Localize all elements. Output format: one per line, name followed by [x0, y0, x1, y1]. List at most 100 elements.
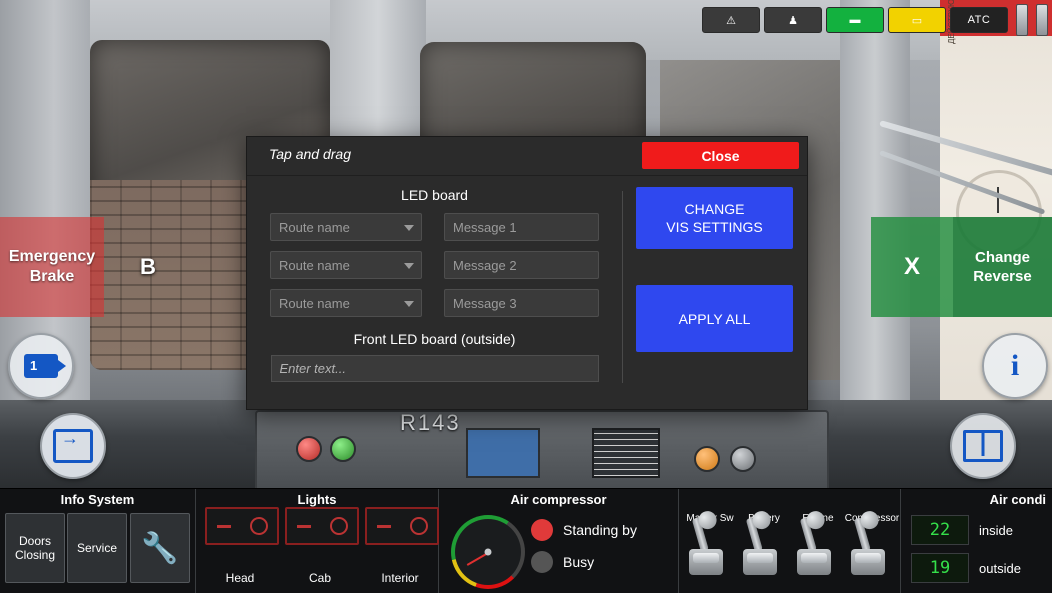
air-conditioning-title: Air condi	[989, 492, 1046, 507]
lever-stick	[691, 508, 719, 553]
green-indicator-button[interactable]: ▬	[826, 7, 884, 33]
chevron-down-icon	[404, 263, 414, 269]
light-control-interior[interactable]: Interior	[365, 507, 439, 585]
light-on-icon	[329, 517, 348, 535]
lever-cap	[855, 553, 881, 563]
light-control-cab[interactable]: Cab	[285, 507, 359, 585]
inside-temperature-label: inside	[979, 522, 1013, 538]
chevron-down-icon	[404, 225, 414, 231]
battery-switch-lever[interactable]: Battery	[737, 508, 789, 583]
led-board-title: LED board	[401, 187, 468, 203]
led-row-1: Route name Message 1	[247, 213, 622, 241]
hud-lever-1[interactable]	[1016, 4, 1028, 36]
warning-icon-button[interactable]: ⚠	[702, 7, 760, 33]
outside-temperature-label: outside	[979, 560, 1021, 576]
standing-by-label: Standing by	[563, 522, 637, 538]
message-input-3[interactable]: Message 3	[444, 289, 599, 317]
lights-title: Lights	[297, 492, 337, 507]
manual-button[interactable]	[950, 413, 1016, 479]
led-row-3: Route name Message 3	[247, 289, 622, 317]
info-system-title: Info System	[60, 492, 135, 507]
door-arrow-icon	[53, 428, 93, 463]
change-reverse-label: Change Reverse	[973, 249, 1032, 285]
dashboard-lcd-left	[466, 428, 540, 478]
light-indicator-head	[205, 507, 279, 545]
horn-icon-button[interactable]: ♟	[764, 7, 822, 33]
hud-lever-2[interactable]	[1036, 4, 1048, 36]
change-reverse-button[interactable]: Change Reverse	[953, 217, 1052, 317]
change-vis-settings-button[interactable]: CHANGE VIS SETTINGS	[636, 187, 793, 249]
route-name-value-1: Route name	[279, 219, 350, 235]
light-on-icon	[409, 517, 428, 535]
light-label-head: Head	[225, 571, 255, 585]
light-off-icon	[296, 524, 311, 528]
front-led-input[interactable]: Enter text...	[270, 355, 599, 382]
inside-temperature-value: 22	[911, 515, 969, 545]
top-hud-bar: ⚠ ♟ ▬ ▭ ATC	[702, 4, 1048, 36]
air-conditioning-section: Air condi 22 inside 19 outside	[901, 489, 1052, 593]
engine-switch-lever[interactable]: Engine	[791, 508, 843, 583]
light-label-cab: Cab	[308, 571, 331, 585]
camera-switch-button[interactable]: 1	[8, 333, 74, 399]
message-input-1[interactable]: Message 1	[444, 213, 599, 241]
yellow-indicator-button[interactable]: ▭	[888, 7, 946, 33]
light-indicator-interior	[365, 507, 439, 545]
wrench-icon-button[interactable]: 🔧	[130, 513, 190, 583]
info-button[interactable]: i	[982, 333, 1048, 399]
x-button[interactable]: X	[871, 217, 953, 317]
atc-button[interactable]: ATC	[950, 7, 1008, 33]
master-switch-lever[interactable]: Master Sw	[683, 508, 735, 583]
led-board-dialog: Tap and drag Close LED board Route name …	[246, 136, 808, 410]
compressor-switch-lever[interactable]: Compressor	[845, 508, 899, 583]
dashboard-lcd-right	[592, 428, 660, 478]
compressor-standing-by-option[interactable]: Standing by	[531, 519, 637, 541]
dashboard-knob-orange[interactable]	[694, 446, 720, 472]
message-placeholder-1: Message 1	[453, 219, 517, 235]
door-open-button[interactable]	[40, 413, 106, 479]
lever-cap	[801, 553, 827, 563]
info-system-section: Info System Doors Closing Service 🔧	[0, 489, 196, 593]
x-label: X	[903, 253, 920, 280]
close-label: Close	[701, 147, 740, 164]
radio-off-icon	[531, 551, 553, 573]
lever-stick	[799, 508, 827, 553]
route-name-select-1[interactable]: Route name	[270, 213, 422, 241]
switch-levers-section: Master Sw Battery Engine Compressor	[679, 489, 901, 593]
front-led-board-title: Front LED board (outside)	[353, 331, 516, 347]
close-button[interactable]: Close	[642, 142, 799, 169]
air-pressure-gauge	[451, 515, 525, 589]
dialog-left-panel: LED board Route name Message 1 Route nam…	[247, 175, 622, 409]
apply-all-label: APPLY ALL	[678, 310, 751, 327]
busy-label: Busy	[563, 554, 595, 570]
service-label: Service	[76, 541, 117, 555]
compressor-busy-option[interactable]: Busy	[531, 551, 594, 573]
dialog-right-panel: CHANGE VIS SETTINGS APPLY ALL	[622, 175, 807, 409]
dashboard-knob-red[interactable]	[296, 436, 322, 462]
inside-temperature-row: 22 inside	[911, 515, 1013, 545]
route-name-select-3[interactable]: Route name	[270, 289, 422, 317]
route-name-select-2[interactable]: Route name	[270, 251, 422, 279]
air-compressor-section: Air compressor Standing by Busy	[439, 489, 679, 593]
message-input-2[interactable]: Message 2	[444, 251, 599, 279]
outside-temperature-row: 19 outside	[911, 553, 1021, 583]
route-name-value-2: Route name	[279, 257, 350, 273]
dialog-header[interactable]: Tap and drag Close	[247, 137, 807, 176]
dashboard-knob-grey[interactable]	[730, 446, 756, 472]
doors-closing-label: Doors Closing	[14, 534, 56, 562]
camera-number: 1	[30, 358, 38, 373]
apply-all-button[interactable]: APPLY ALL	[636, 285, 793, 352]
brake-label: B	[140, 254, 156, 279]
unit-number: R143	[400, 410, 461, 435]
message-placeholder-3: Message 3	[453, 295, 517, 311]
emergency-brake-label: Emergency Brake	[8, 248, 96, 285]
light-on-icon	[249, 517, 268, 535]
book-icon	[963, 430, 1003, 462]
outside-temperature-value: 19	[911, 553, 969, 583]
radio-on-icon	[531, 519, 553, 541]
brake-button[interactable]: B	[104, 217, 192, 317]
service-button[interactable]: Service	[67, 513, 127, 583]
doors-closing-button[interactable]: Doors Closing	[5, 513, 65, 583]
emergency-brake-button[interactable]: Emergency Brake	[0, 217, 104, 317]
light-control-head[interactable]: Head	[205, 507, 279, 585]
dashboard-knob-green[interactable]	[330, 436, 356, 462]
